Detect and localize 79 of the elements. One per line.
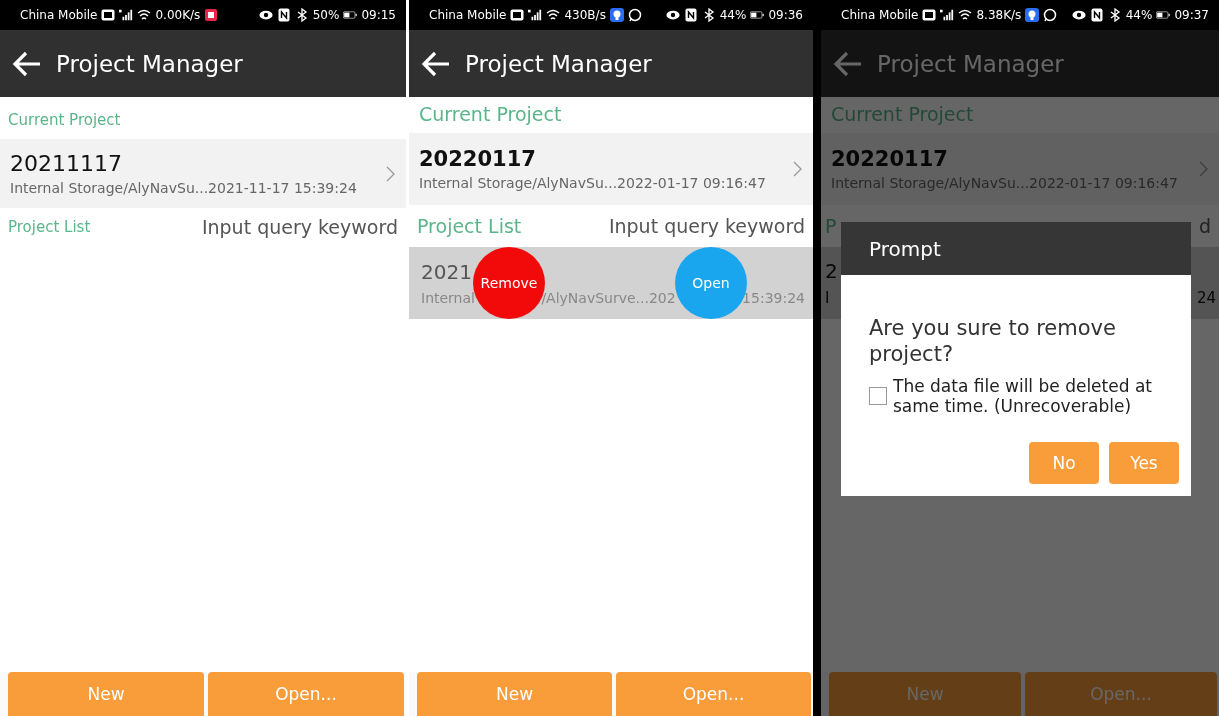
search-field[interactable]: Input query keyword — [160, 216, 398, 238]
project-path: Internal Storage/AlyNavSu...2022-01-17 09:16:47 — [419, 175, 767, 191]
carrier-name: China Mobile — [841, 8, 919, 22]
project-name: 2 — [825, 259, 838, 283]
battery-icon — [1156, 8, 1171, 22]
hd-icon — [101, 8, 116, 22]
checkbox-label: The data file will be deleted at same time. (Unrecoverable) — [893, 375, 1153, 417]
project-path: Internal Storage/AlyNavSu...2021-11-17 15:39:24 — [10, 180, 358, 196]
battery-icon — [750, 8, 765, 22]
nfc-icon — [276, 8, 291, 22]
eye-icon — [258, 8, 273, 22]
signal-icon — [119, 8, 134, 22]
chevron-right-icon — [386, 165, 396, 182]
project-path: I — [825, 289, 830, 307]
search-field[interactable]: Input query keyword — [567, 215, 805, 237]
network-speed: 8.38K/s — [976, 8, 1022, 22]
clock-time: 09:15 — [361, 8, 396, 22]
project-name: 20211117 — [10, 151, 123, 176]
project-path: 24 — [1196, 289, 1216, 307]
wifi-icon — [958, 8, 973, 22]
dialog-message: Are you sure to remove project? — [869, 315, 1117, 368]
eye-icon — [1071, 8, 1086, 22]
chevron-right-icon — [793, 161, 803, 177]
action-button[interactable]: Open... — [616, 672, 811, 716]
action-button[interactable]: Open... — [208, 672, 404, 716]
signal-icon — [940, 8, 955, 22]
network-speed: 430B/s — [564, 8, 606, 22]
project-name: 2021 — [421, 260, 472, 284]
wifi-icon — [546, 8, 561, 22]
battery-percent: 44% — [1125, 8, 1153, 22]
record-icon — [204, 8, 219, 22]
battery-percent: 44% — [719, 8, 747, 22]
carrier-name: China Mobile — [429, 8, 507, 22]
section-label: Project List — [8, 218, 91, 236]
action-button[interactable]: New — [417, 672, 612, 716]
nfc-icon — [1089, 8, 1104, 22]
battery-icon — [343, 8, 358, 22]
project-path: Internal Storage/AlyNavSu...2022-01-17 09:16:47 — [831, 175, 1179, 191]
eye-icon — [665, 8, 680, 22]
section-label: Current Project — [418, 102, 563, 127]
current-project-card[interactable]: 20220117 Internal Storage/AlyNavSu...2022-01-17 09:16:47 — [409, 133, 813, 205]
action-button[interactable]: New — [829, 672, 1021, 716]
dialog-button[interactable]: Yes — [1109, 442, 1179, 485]
section-label: P — [825, 215, 837, 237]
dialog-title: Prompt — [841, 222, 1191, 275]
nfc-icon — [683, 8, 698, 22]
clock-time: 09:36 — [768, 8, 803, 22]
checkbox[interactable] — [869, 386, 887, 405]
section-label: Current Project — [7, 110, 122, 131]
lightbulb-icon — [609, 8, 624, 22]
chat-bubble-icon — [627, 8, 642, 22]
project-path: Internal — [421, 290, 475, 306]
wifi-icon — [137, 8, 152, 22]
back-icon[interactable] — [12, 50, 42, 77]
hd-icon — [922, 8, 937, 22]
action-button[interactable]: New — [8, 672, 204, 716]
project-name: 20220117 — [419, 147, 537, 171]
project-name: 20220117 — [831, 147, 949, 171]
dialog-button[interactable]: No — [1029, 442, 1099, 485]
clock-time: 09:37 — [1174, 8, 1209, 22]
screen-title: Project Manager — [56, 50, 243, 77]
section-label: Current Project — [830, 102, 975, 127]
screen-title: Project Manager — [465, 50, 652, 77]
carrier-name: China Mobile — [20, 8, 98, 22]
lightbulb-icon — [1025, 8, 1040, 22]
back-icon[interactable] — [421, 50, 451, 77]
hd-icon — [510, 8, 525, 22]
screen-title: Project Manager — [877, 50, 1064, 77]
search-field[interactable]: d — [1189, 215, 1211, 237]
current-project-card[interactable]: 20211117 Internal Storage/AlyNavSu...2021-11-17 15:39:24 — [0, 139, 406, 208]
signal-icon — [528, 8, 543, 22]
battery-percent: 50% — [312, 8, 340, 22]
network-speed: 0.00K/s — [155, 8, 201, 22]
section-label: Project List — [417, 215, 522, 237]
action-button[interactable]: Open... — [1025, 672, 1217, 716]
project-row[interactable]: 2021 Internal /AlyNavSurve...202 15:39:24 Remove Open — [409, 247, 813, 319]
chevron-right-icon — [1199, 161, 1209, 177]
chat-bubble-icon — [1043, 8, 1058, 22]
current-project-card[interactable]: 20220117 Internal Storage/AlyNavSu...2022-01-17 09:16:47 — [821, 133, 1219, 205]
